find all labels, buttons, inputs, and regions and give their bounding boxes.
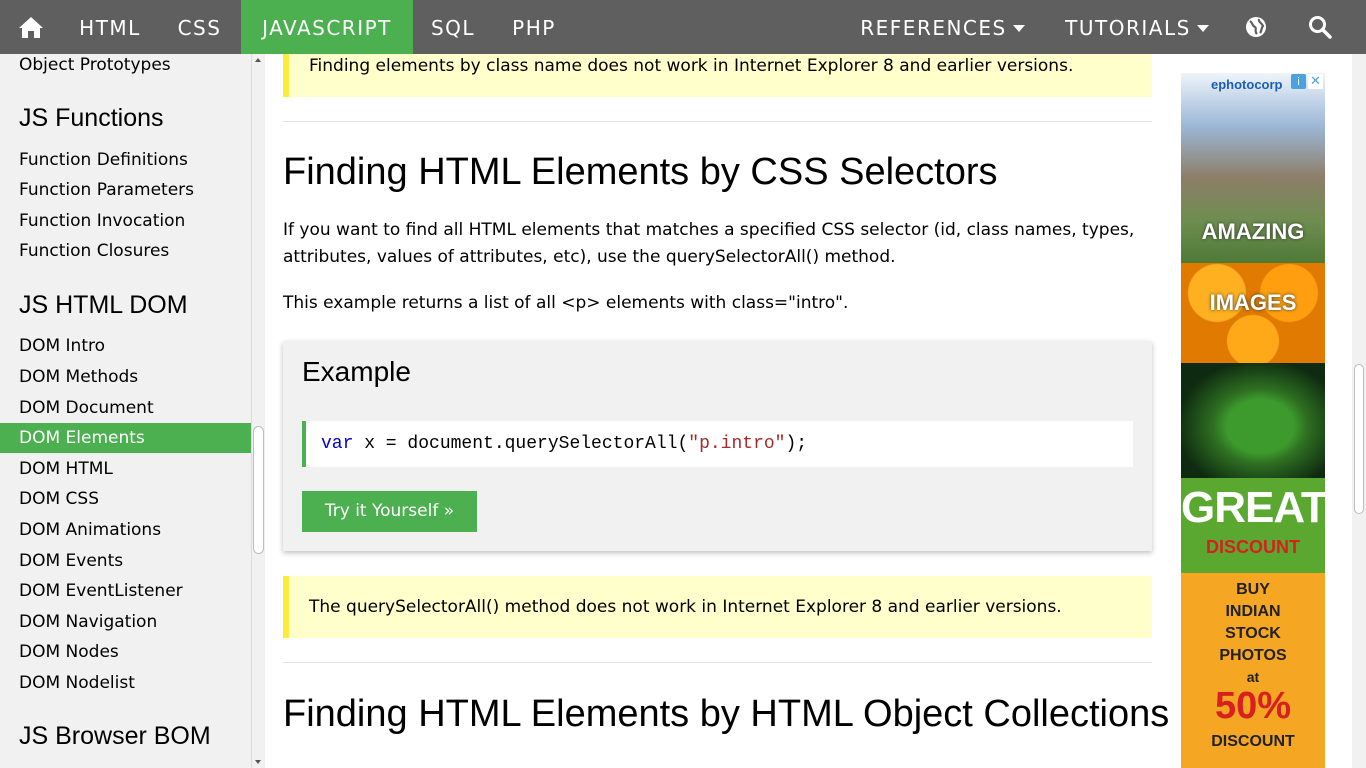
sidebar-item-object-prototypes[interactable]: Object Prototypes bbox=[0, 54, 251, 80]
page-scrollbar-thumb[interactable] bbox=[1354, 364, 1364, 514]
sidebar-heading-browser-bom: JS Browser BOM bbox=[19, 722, 211, 750]
top-navigation-bar: HTML CSS JAVASCRIPT SQL PHP REFERENCES T… bbox=[0, 0, 1366, 54]
divider bbox=[283, 662, 1152, 663]
chevron-down-icon bbox=[1012, 25, 1025, 32]
sidebar-heading-html-dom: JS HTML DOM bbox=[19, 291, 188, 319]
ad-at: at bbox=[1246, 669, 1260, 685]
code-end: ); bbox=[785, 434, 808, 454]
heading-object-collections: Finding HTML Elements by HTML Object Col… bbox=[283, 693, 1170, 735]
sidebar-item-dom-css[interactable]: DOM CSS bbox=[0, 484, 251, 514]
nav-javascript[interactable]: JAVASCRIPT bbox=[241, 0, 413, 54]
sidebar-item-dom-nodes[interactable]: DOM Nodes bbox=[0, 637, 251, 667]
ad-close-icon[interactable]: ✕ bbox=[1308, 74, 1323, 89]
sidebar-item-dom-document[interactable]: DOM Document bbox=[0, 393, 251, 423]
ad-snake-image bbox=[1181, 363, 1325, 478]
sidebar-item-dom-nodelist[interactable]: DOM Nodelist bbox=[0, 668, 251, 698]
paragraph-query-selector-all: If you want to find all HTML elements th… bbox=[283, 220, 1135, 267]
example-box: Example var x = document.querySelectorAl… bbox=[283, 341, 1152, 551]
sidebar-item-dom-eventlistener[interactable]: DOM EventListener bbox=[0, 576, 251, 606]
globe-icon bbox=[1246, 17, 1266, 37]
nav-tutorials-dropdown[interactable]: TUTORIALS bbox=[1048, 0, 1226, 54]
nav-php[interactable]: PHP bbox=[493, 0, 575, 54]
sidebar-scrollbar[interactable] bbox=[251, 54, 265, 768]
sidebar-item-function-invocation[interactable]: Function Invocation bbox=[0, 206, 251, 236]
ad-photos: PHOTOS bbox=[1219, 647, 1287, 664]
home-button[interactable] bbox=[0, 0, 62, 54]
note-bottom-text: The querySelectorAll() method does not w… bbox=[309, 597, 1062, 617]
sidebar-item-function-parameters[interactable]: Function Parameters bbox=[0, 175, 251, 205]
sidebar: Object Prototypes JS Functions Function … bbox=[0, 54, 251, 768]
search-icon bbox=[1309, 16, 1332, 39]
sidebar-item-dom-events[interactable]: DOM Events bbox=[0, 546, 251, 576]
home-icon bbox=[19, 17, 43, 38]
page-scrollbar[interactable] bbox=[1352, 54, 1366, 768]
sidebar-item-function-closures[interactable]: Function Closures bbox=[0, 236, 251, 266]
ad-stock: STOCK bbox=[1225, 625, 1281, 642]
scroll-up-arrow-icon[interactable] bbox=[255, 58, 261, 62]
tutorials-label: TUTORIALS bbox=[1065, 16, 1191, 40]
sidebar-item-dom-intro[interactable]: DOM Intro bbox=[0, 331, 251, 361]
nav-references-dropdown[interactable]: REFERENCES bbox=[840, 0, 1045, 54]
sidebar-item-dom-navigation[interactable]: DOM Navigation bbox=[0, 607, 251, 637]
example-title: Example bbox=[302, 356, 411, 387]
ad-info-icon[interactable]: i bbox=[1291, 74, 1306, 89]
scroll-down-arrow-icon[interactable] bbox=[255, 760, 261, 764]
note-class-name-ie8: Finding elements by class name does not … bbox=[283, 54, 1152, 97]
sidebar-item-dom-elements[interactable]: DOM Elements bbox=[0, 423, 251, 453]
search-button[interactable] bbox=[1294, 0, 1346, 54]
code-statement: x = document.querySelectorAll( bbox=[353, 434, 689, 454]
code-string: "p.intro" bbox=[688, 434, 786, 454]
ad-percent: 50% bbox=[1214, 685, 1292, 727]
divider bbox=[283, 121, 1152, 122]
ad-buy: BUY bbox=[1236, 581, 1270, 598]
sidebar-item-dom-methods[interactable]: DOM Methods bbox=[0, 362, 251, 392]
paragraph-example-intro: This example returns a list of all <p> e… bbox=[283, 293, 849, 313]
ad-word-images: IMAGES bbox=[1209, 290, 1297, 315]
ad-indian: INDIAN bbox=[1225, 603, 1281, 620]
code-keyword: var bbox=[321, 434, 354, 454]
code-block: var x = document.querySelectorAll("p.int… bbox=[302, 421, 1133, 467]
ad-great: GREAT bbox=[1181, 483, 1325, 532]
nav-css[interactable]: CSS bbox=[158, 0, 241, 54]
sidebar-item-dom-html[interactable]: DOM HTML bbox=[0, 454, 251, 484]
sidebar-heading-functions: JS Functions bbox=[19, 104, 164, 132]
chevron-down-icon bbox=[1196, 25, 1209, 32]
ad-discount: DISCOUNT bbox=[1206, 537, 1300, 557]
nav-html[interactable]: HTML bbox=[62, 0, 158, 54]
sidebar-item-function-definitions[interactable]: Function Definitions bbox=[0, 145, 251, 175]
references-label: REFERENCES bbox=[860, 16, 1007, 40]
advertisement-banner[interactable]: ephotocorp i ✕ AMAZING IMAGES GREAT DISC… bbox=[1181, 73, 1325, 768]
translate-button[interactable] bbox=[1232, 0, 1280, 54]
try-it-yourself-button[interactable]: Try it Yourself » bbox=[302, 491, 477, 532]
note-top-text: Finding elements by class name does not … bbox=[309, 56, 1074, 76]
heading-css-selectors: Finding HTML Elements by CSS Selectors bbox=[283, 151, 998, 193]
note-queryselectorall-ie8: The querySelectorAll() method does not w… bbox=[283, 576, 1152, 638]
main-content: Finding elements by class name does not … bbox=[265, 54, 1169, 768]
nav-sql[interactable]: SQL bbox=[413, 0, 493, 54]
ad-word-amazing: AMAZING bbox=[1201, 219, 1305, 244]
sidebar-item-dom-animations[interactable]: DOM Animations bbox=[0, 515, 251, 545]
sidebar-scrollbar-thumb[interactable] bbox=[253, 426, 264, 554]
ad-discount-2: DISCOUNT bbox=[1211, 733, 1295, 750]
